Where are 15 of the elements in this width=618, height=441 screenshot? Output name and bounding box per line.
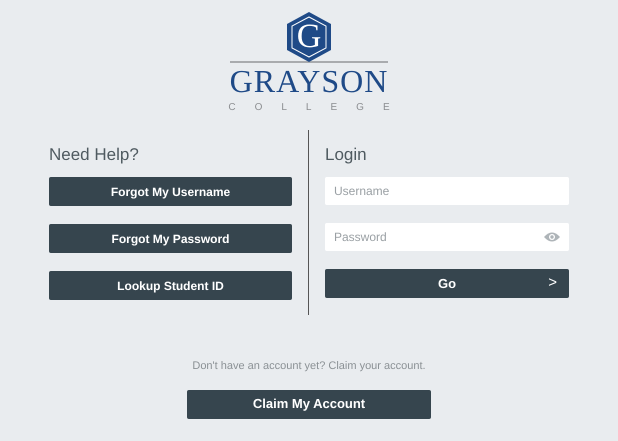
college-name: GRAYSON xyxy=(230,65,388,97)
help-button[interactable]: Forgot My Username xyxy=(49,177,292,206)
username-field[interactable]: Username xyxy=(325,177,569,205)
college-subtitle: COLLEGE xyxy=(227,101,409,115)
claim-account-button[interactable]: Claim My Account xyxy=(187,390,431,418)
login-heading: Login xyxy=(325,145,368,166)
password-field[interactable]: Password xyxy=(325,223,569,251)
hexagon-logo-mark: G xyxy=(287,12,331,62)
chevron-right-icon: > xyxy=(548,272,557,295)
go-button[interactable]: Go > xyxy=(325,269,569,298)
help-heading: Need Help? xyxy=(49,145,140,166)
help-button[interactable]: Forgot My Password xyxy=(49,224,292,253)
claim-prompt: Don't have an account yet? Claim your account. xyxy=(192,359,426,374)
help-button[interactable]: Lookup Student ID xyxy=(49,271,292,300)
eye-icon[interactable] xyxy=(543,231,561,243)
